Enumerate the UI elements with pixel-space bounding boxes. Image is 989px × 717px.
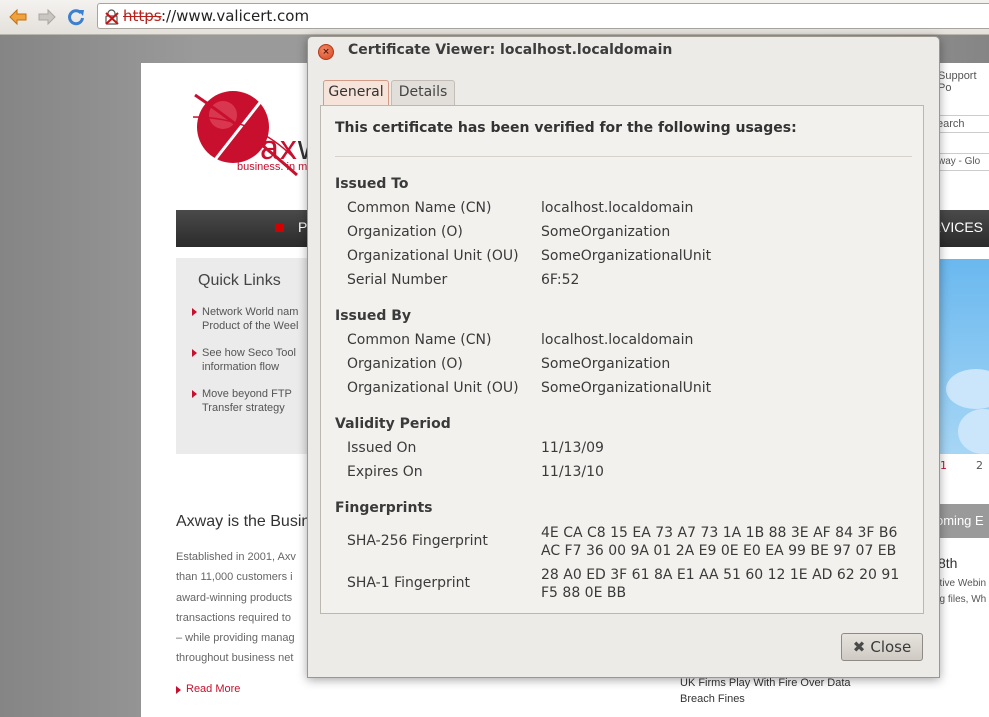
- certificate-viewer-dialog: × Certificate Viewer: localhost.localdom…: [307, 36, 940, 678]
- tab-details[interactable]: Details: [391, 80, 455, 105]
- intro-line: Established in 2001, Axv: [176, 551, 296, 563]
- general-tab-panel: This certificate has been verified for t…: [320, 105, 924, 614]
- page-headline: Axway is the Busin: [176, 513, 311, 530]
- dialog-title: Certificate Viewer: localhost.localdomai…: [348, 42, 673, 58]
- url-bar[interactable]: https ://www.valicert.com: [97, 3, 989, 29]
- back-button[interactable]: [7, 6, 29, 28]
- pager-item[interactable]: 1: [940, 459, 947, 472]
- field-label: Expires On: [347, 464, 423, 480]
- fingerprint-line: F5 88 0E BB: [541, 585, 627, 601]
- field-label: Issued On: [347, 440, 417, 456]
- event-description[interactable]: utive Webin: [934, 578, 986, 589]
- intro-line: transactions required to: [176, 611, 291, 624]
- field-label: Organization (O): [347, 356, 463, 372]
- event-date: 8th: [938, 555, 958, 571]
- field-value: 11/13/10: [541, 464, 604, 480]
- forward-arrow-icon: [38, 8, 56, 26]
- field-label: Serial Number: [347, 272, 448, 288]
- fingerprint-line: 4E CA C8 15 EA 73 A7 73 1A 1B 88 3E AF 8…: [541, 525, 898, 541]
- field-label: Common Name (CN): [347, 200, 492, 216]
- field-value: 11/13/09: [541, 440, 604, 456]
- fingerprint-line: AC F7 36 00 9A 01 2A E9 0E E0 EA 99 BE 9…: [541, 543, 897, 559]
- sha256-fingerprint-value: 4E CA C8 15 EA 73 A7 73 1A 1B 88 3E AF 8…: [541, 524, 921, 560]
- field-value: SomeOrganizationalUnit: [541, 248, 712, 264]
- banner-pager: 1 2: [938, 454, 989, 478]
- support-link[interactable]: Support Po: [938, 70, 989, 94]
- intro-line: award-winning products: [176, 591, 293, 604]
- issued-to-heading: Issued To: [335, 176, 409, 192]
- field-label: Common Name (CN): [347, 332, 492, 348]
- field-value: localhost.localdomain: [541, 200, 694, 216]
- field-value: SomeOrganization: [541, 356, 671, 372]
- divider: [335, 156, 912, 157]
- field-label: SHA-256 Fingerprint: [347, 533, 488, 549]
- field-value: localhost.localdomain: [541, 332, 694, 348]
- nav-item-products[interactable]: P: [298, 219, 307, 235]
- intro-line: – while providing manag: [176, 632, 295, 645]
- field-value: SomeOrganizationalUnit: [541, 380, 712, 396]
- fingerprints-heading: Fingerprints: [335, 500, 433, 516]
- field-label: Organizational Unit (OU): [347, 380, 519, 396]
- broken-lock-icon: [105, 9, 119, 25]
- nav-bullet: [275, 223, 284, 232]
- intro-paragraph: Established in 2001, Axv than 11,000 cus…: [176, 547, 316, 669]
- close-button-label: Close: [870, 638, 912, 656]
- news-link[interactable]: UK Firms Play With Fire Over Data: [680, 677, 851, 689]
- sha1-fingerprint-value: 28 A0 ED 3F 61 8A E1 AA 51 60 12 1E AD 6…: [541, 566, 921, 602]
- reload-icon: [68, 9, 84, 26]
- news-link[interactable]: Breach Fines: [680, 693, 745, 705]
- read-more-link[interactable]: Read More: [175, 683, 240, 695]
- intro-line: than 11,000 customers i: [176, 571, 293, 584]
- event-description[interactable]: ng files, Wh: [934, 594, 986, 605]
- back-arrow-icon: [9, 8, 27, 26]
- banner-image: [938, 259, 989, 454]
- logo-tagline: business. in m: [237, 161, 308, 173]
- close-x-icon: ✖: [852, 638, 866, 656]
- cloud-shape: [958, 409, 989, 454]
- quick-links-title: Quick Links: [198, 272, 281, 289]
- intro-line: throughout business net: [176, 652, 294, 665]
- validity-heading: Validity Period: [335, 416, 451, 432]
- reload-button[interactable]: [65, 6, 87, 28]
- field-label: Organizational Unit (OU): [347, 248, 519, 264]
- url-scheme: https: [123, 7, 162, 25]
- fingerprint-line: 28 A0 ED 3F 61 8A E1 AA 51 60 12 1E AD 6…: [541, 567, 900, 583]
- cloud-shape: [946, 369, 989, 409]
- window-close-icon[interactable]: ×: [318, 44, 334, 60]
- close-button[interactable]: ✖ Close: [841, 633, 923, 661]
- browser-toolbar: https ://www.valicert.com: [0, 0, 989, 35]
- pager-item[interactable]: 2: [976, 459, 983, 472]
- tab-general[interactable]: General: [323, 80, 389, 105]
- usage-heading: This certificate has been verified for t…: [335, 120, 797, 136]
- field-value: SomeOrganization: [541, 224, 671, 240]
- field-label: SHA-1 Fingerprint: [347, 575, 471, 591]
- issued-by-heading: Issued By: [335, 308, 412, 324]
- forward-button[interactable]: [36, 6, 58, 28]
- url-text: ://www.valicert.com: [161, 7, 310, 25]
- field-value: 6F:52: [541, 272, 580, 288]
- field-label: Organization (O): [347, 224, 463, 240]
